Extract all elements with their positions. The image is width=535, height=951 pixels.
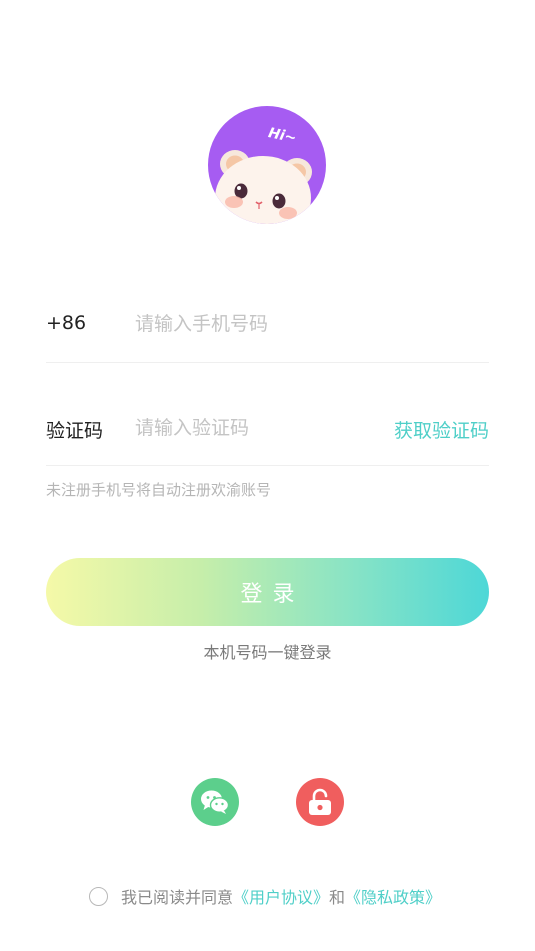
agreement-checkbox[interactable] xyxy=(89,886,108,906)
code-label: 验证码 xyxy=(46,420,104,442)
phone-row: +86 xyxy=(46,304,489,344)
get-code-button[interactable]: 获取验证码 xyxy=(394,416,489,443)
user-agreement-link[interactable]: 《用户协议》 xyxy=(233,884,329,908)
phone-input[interactable] xyxy=(135,308,435,340)
avatar: Hi~ xyxy=(208,106,326,224)
hamster-avatar-icon: Hi~ xyxy=(208,106,326,224)
one-key-login-link[interactable]: 本机号码一键登录 xyxy=(0,639,535,663)
country-code[interactable]: +86 xyxy=(46,312,86,334)
phone-divider xyxy=(46,362,489,363)
wechat-login-button[interactable] xyxy=(191,778,239,826)
login-button[interactable]: 登录 xyxy=(46,558,489,626)
register-hint: 未注册手机号将自动注册欢渝账号 xyxy=(46,481,272,499)
privacy-policy-link[interactable]: 《隐私政策》 xyxy=(345,884,441,908)
code-row: 验证码 获取验证码 xyxy=(46,408,489,448)
agreement-row: 我已阅读并同意 《用户协议》 和 《隐私政策》 xyxy=(89,884,441,908)
agreement-prefix: 我已阅读并同意 xyxy=(121,888,234,907)
password-login-button[interactable] xyxy=(296,778,344,826)
code-divider xyxy=(46,465,489,466)
code-input[interactable] xyxy=(135,412,355,444)
wechat-icon xyxy=(201,790,230,814)
agreement-connector: 和 xyxy=(329,888,346,907)
unlock-icon xyxy=(309,788,331,815)
